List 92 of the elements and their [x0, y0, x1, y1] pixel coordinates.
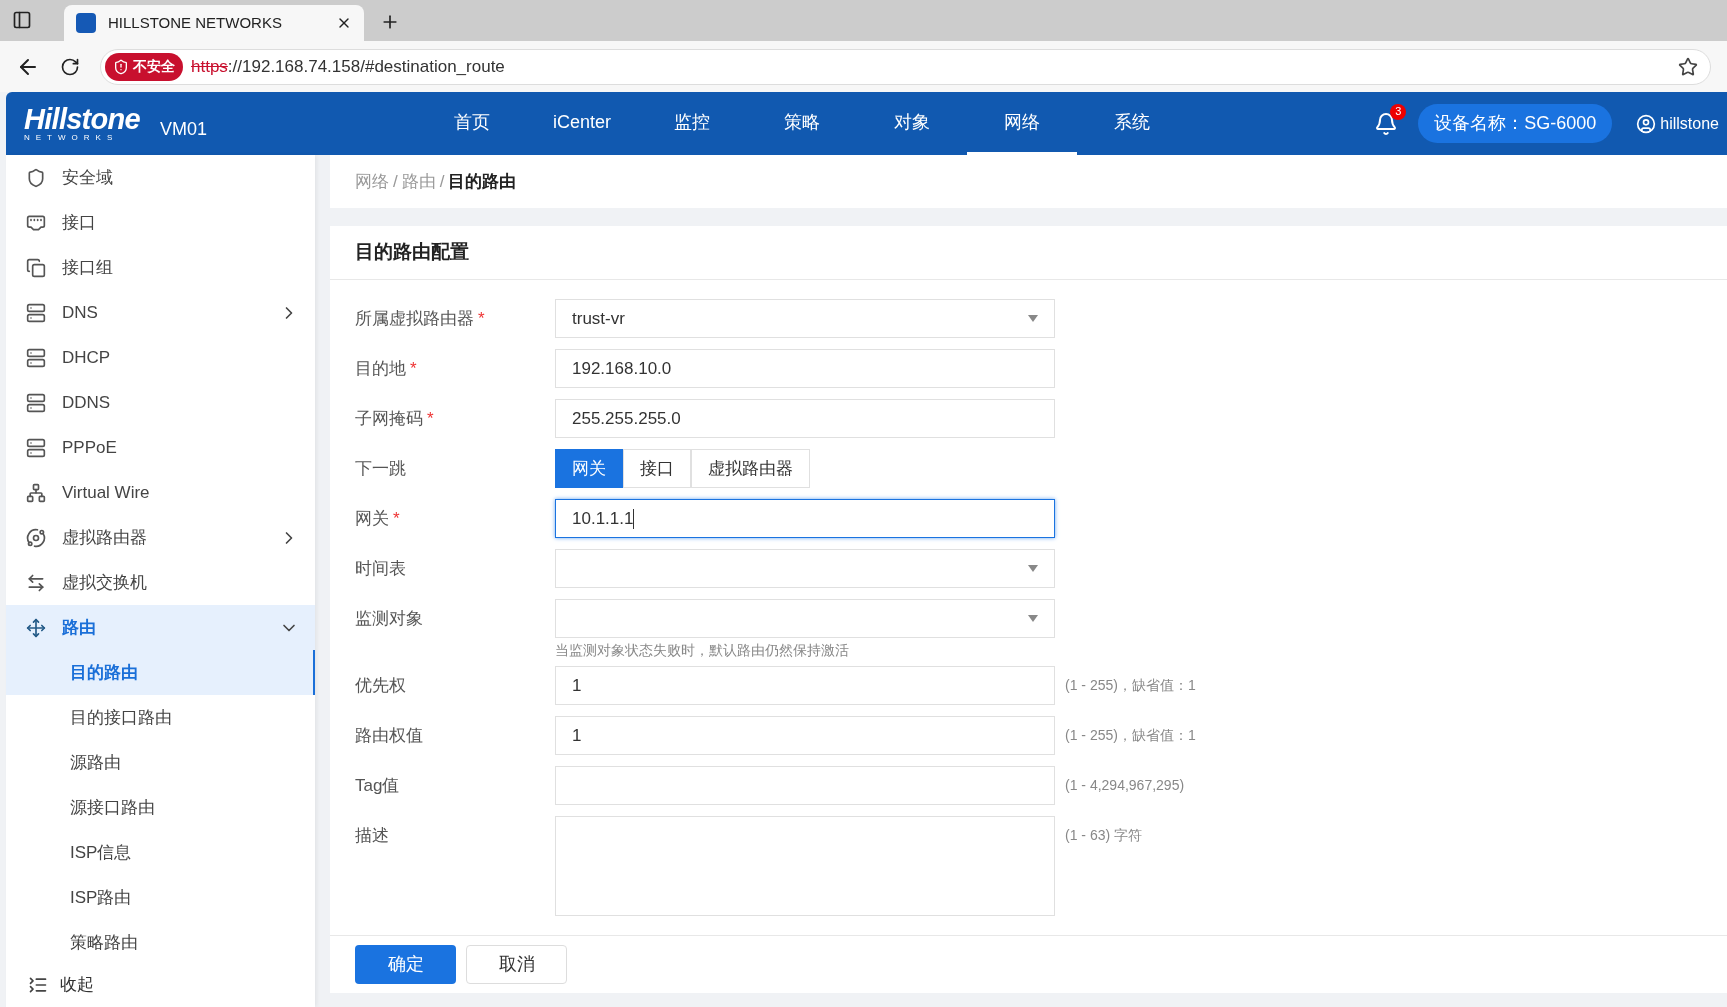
sidebar-item[interactable]: 虚拟交换机: [6, 560, 315, 605]
field-label: 下一跳: [355, 457, 406, 480]
reload-icon[interactable]: [60, 56, 80, 77]
segment-tab[interactable]: 接口: [623, 449, 691, 488]
browser-tab[interactable]: HILLSTONE NETWORKS: [64, 5, 364, 41]
port-group-icon: [26, 257, 46, 278]
nav-tab[interactable]: iCenter: [526, 92, 637, 155]
user-name[interactable]: hillstone: [1660, 111, 1719, 136]
field-hint: (1 - 255)，缺省值：1: [1065, 726, 1196, 745]
dropdown-caret-icon: [1028, 565, 1038, 572]
notification-count: 3: [1390, 103, 1407, 120]
server-icon: [26, 437, 46, 458]
shield-icon: [113, 58, 129, 75]
server-icon: [26, 302, 46, 323]
field-hint: (1 - 63) 字符: [1065, 826, 1142, 845]
required-asterisk: *: [410, 357, 417, 380]
select-field[interactable]: trust-vr: [555, 299, 1055, 338]
field-label: 所属虚拟路由器: [355, 307, 474, 330]
sidebar-item[interactable]: DNS: [6, 290, 315, 335]
sidebar-item[interactable]: DDNS: [6, 380, 315, 425]
sidebar-subitem[interactable]: 目的路由: [6, 650, 315, 695]
sidebar-subitem[interactable]: ISP路由: [6, 875, 315, 920]
field-label: 路由权值: [355, 724, 423, 747]
field-hint: (1 - 4,294,967,295): [1065, 776, 1185, 795]
field-label: 目的地: [355, 357, 406, 380]
security-badge[interactable]: 不安全: [105, 52, 183, 81]
logo: Hillstone NETWORKS: [24, 105, 140, 142]
select-field[interactable]: [555, 549, 1055, 588]
required-asterisk: *: [393, 507, 400, 530]
device-label: VM01: [159, 118, 207, 141]
breadcrumb-separator: /: [393, 170, 398, 193]
switch-icon: [26, 572, 46, 593]
cancel-button[interactable]: 取消: [466, 945, 567, 984]
input-field[interactable]: 1: [555, 666, 1055, 705]
required-asterisk: *: [478, 307, 485, 330]
nav-tab[interactable]: 首页: [416, 92, 527, 155]
field-label: 时间表: [355, 557, 406, 580]
nav-tab[interactable]: 对象: [856, 92, 967, 155]
textarea-field[interactable]: [555, 816, 1055, 916]
network-icon: [26, 482, 46, 503]
sidebar-subitem[interactable]: 目的接口路由: [6, 695, 315, 740]
nav-tab[interactable]: 监控: [636, 92, 747, 155]
device-name-pill: 设备名称：SG-6000: [1418, 104, 1613, 143]
address-field[interactable]: 不安全 https://192.168.74.158/#destination_route: [100, 48, 1711, 85]
field-label: 描述: [355, 824, 389, 847]
sidebar-subitem[interactable]: 源路由: [6, 740, 315, 785]
input-field[interactable]: 192.168.10.0: [555, 349, 1055, 388]
server-icon: [26, 392, 46, 413]
sidebar-item[interactable]: DHCP: [6, 335, 315, 380]
dropdown-caret-icon: [1028, 615, 1038, 622]
field-note: 当监测对象状态失败时，默认路由仍然保持激活: [555, 641, 850, 660]
sidebar-item[interactable]: 接口: [6, 200, 315, 245]
field-label: 子网掩码: [355, 407, 423, 430]
field-label: 监测对象: [355, 607, 423, 630]
dropdown-caret-icon: [1028, 315, 1038, 322]
tab-title: HILLSTONE NETWORKS: [108, 12, 283, 33]
shield-icon: [26, 167, 46, 188]
segment-tab[interactable]: 网关: [555, 449, 623, 488]
input-field[interactable]: [555, 766, 1055, 805]
sidebar-item[interactable]: 安全域: [6, 155, 315, 200]
collapse-icon: [28, 975, 48, 995]
sidebar-subitem[interactable]: 源接口路由: [6, 785, 315, 830]
breadcrumb-separator: /: [439, 170, 445, 193]
required-asterisk: *: [427, 407, 434, 430]
favicon-icon: [76, 13, 96, 33]
sidebar-subitem[interactable]: 策略路由: [6, 920, 315, 965]
sidebar-item[interactable]: 路由: [6, 605, 315, 650]
field-label: 网关: [355, 507, 389, 530]
sidebar-item[interactable]: Virtual Wire: [6, 470, 315, 515]
sidebar-subitem[interactable]: ISP信息: [6, 830, 315, 875]
nav-tab[interactable]: 系统: [1076, 92, 1187, 155]
bookmark-star-icon[interactable]: [1678, 56, 1698, 77]
input-field[interactable]: 255.255.255.0: [555, 399, 1055, 438]
user-icon[interactable]: [1636, 113, 1657, 134]
server-icon: [26, 347, 46, 368]
form-title: 目的路由配置: [330, 226, 1727, 280]
confirm-button[interactable]: 确定: [355, 945, 456, 984]
select-field[interactable]: [555, 599, 1055, 638]
segment-tab[interactable]: 虚拟路由器: [691, 449, 810, 488]
field-label: Tag值: [355, 774, 400, 797]
url-text: https://192.168.74.158/#destination_route: [191, 55, 505, 78]
input-field[interactable]: 1: [555, 716, 1055, 755]
sidebar-item[interactable]: 虚拟路由器: [6, 515, 315, 560]
sidebar-item[interactable]: 接口组: [6, 245, 315, 290]
nav-tab[interactable]: 策略: [746, 92, 857, 155]
input-field[interactable]: 10.1.1.1: [555, 499, 1055, 538]
collapse-button[interactable]: 收起: [6, 965, 315, 1005]
field-hint: (1 - 255)，缺省值：1: [1065, 676, 1196, 695]
sidebar-toggle-icon[interactable]: [12, 10, 32, 30]
breadcrumb-current: 目的路由: [448, 170, 517, 193]
field-label: 优先权: [355, 674, 406, 697]
sidebar-item[interactable]: PPPoE: [6, 425, 315, 470]
